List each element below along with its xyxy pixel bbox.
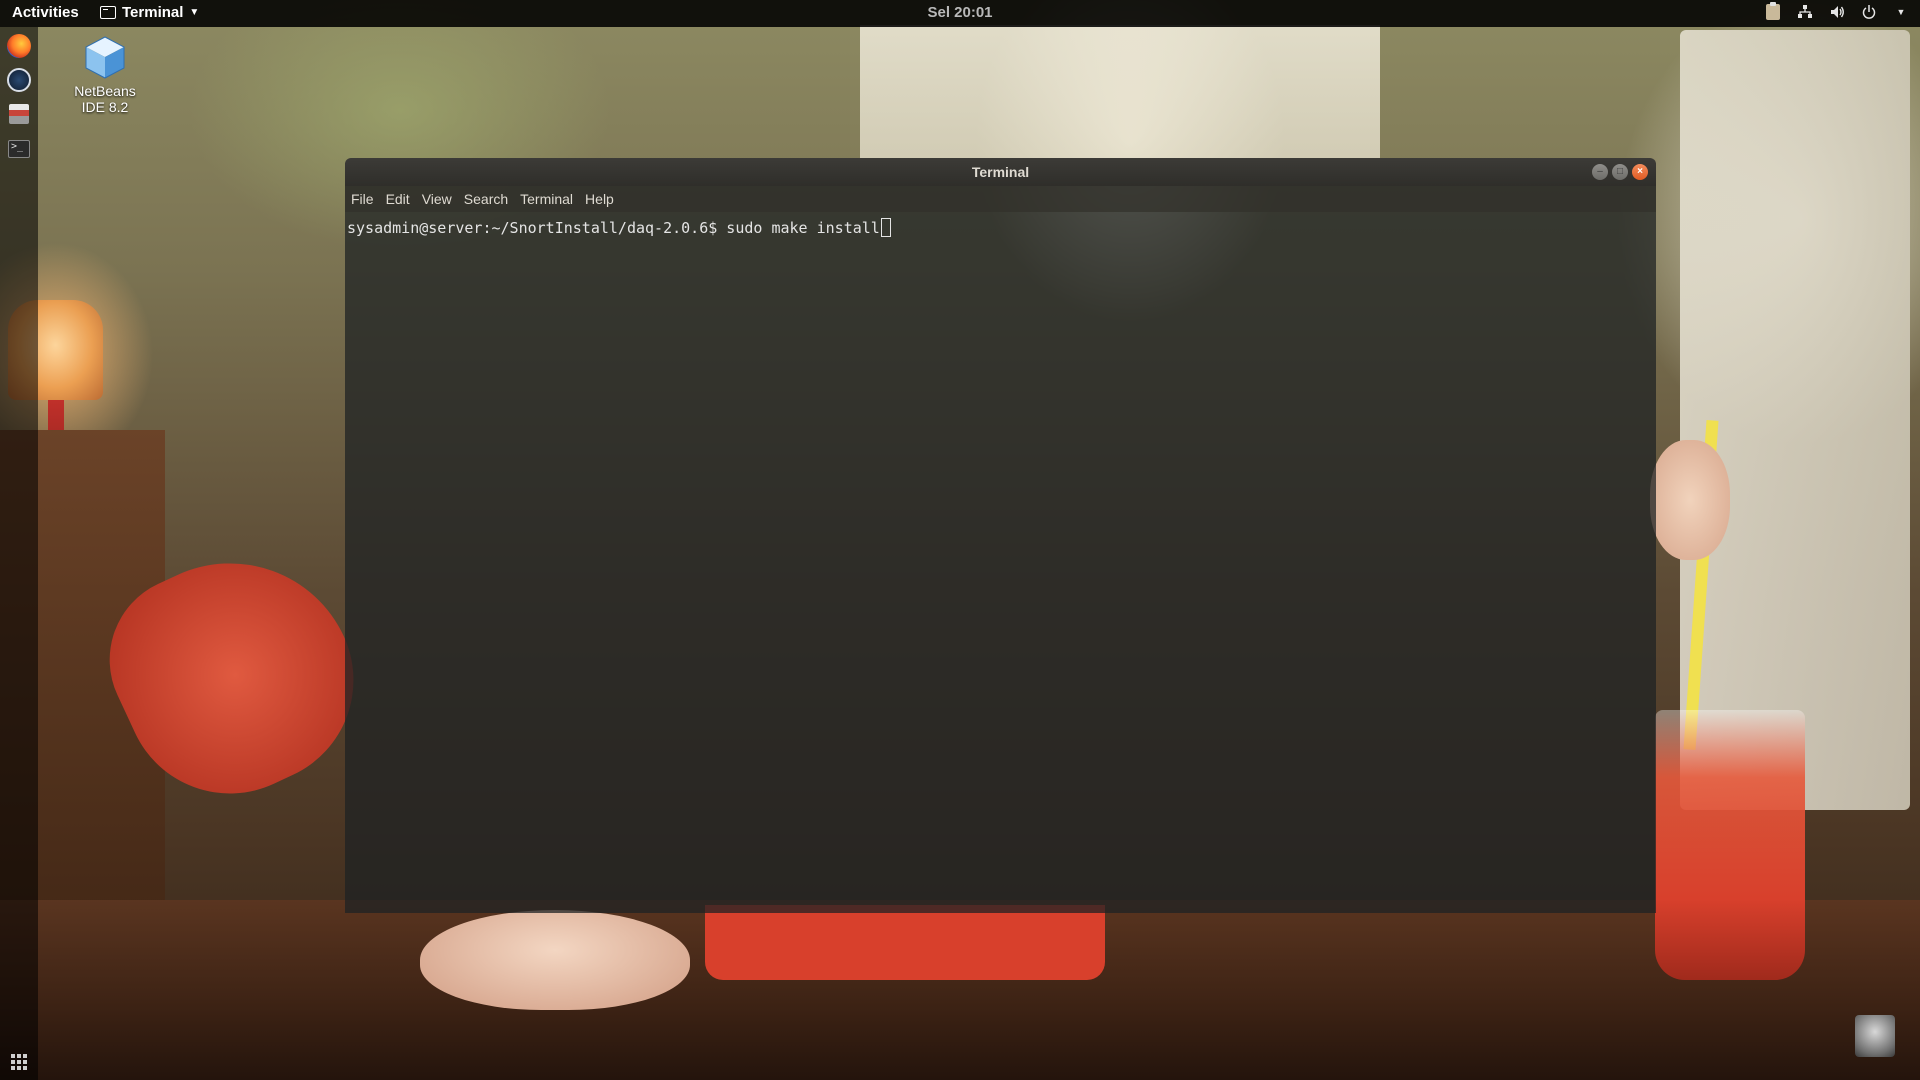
firefox-icon[interactable] [7,34,31,58]
terminal-icon[interactable] [8,140,30,158]
clock[interactable]: Sel 20:01 [0,4,1920,21]
wallpaper-glass [1655,710,1805,980]
volume-icon[interactable] [1828,3,1846,21]
wallpaper-hand-center [420,910,690,1010]
terminal-output-area[interactable]: sysadmin@server:~/SnortInstall/daq-2.0.6… [345,212,1656,913]
top-bar: Activities Terminal ▼ Sel 20:01 ▼ [0,0,1920,27]
menu-terminal[interactable]: Terminal [520,191,573,207]
chevron-down-icon[interactable]: ▼ [1892,3,1910,21]
menu-file[interactable]: File [351,191,374,207]
files-icon[interactable] [9,104,29,124]
network-icon[interactable] [1796,3,1814,21]
steam-icon[interactable] [7,68,31,92]
apps-grid-icon[interactable] [11,1054,27,1070]
power-icon[interactable] [1860,3,1878,21]
menu-search[interactable]: Search [464,191,508,207]
maximize-button[interactable]: □ [1612,164,1628,180]
clipboard-icon[interactable] [1764,2,1782,21]
system-tray[interactable]: ▼ [1764,2,1910,21]
dock [0,27,38,1080]
menu-edit[interactable]: Edit [386,191,410,207]
window-title: Terminal [971,164,1030,180]
command-text: sudo make install [726,218,880,237]
wallpaper-hand [1650,440,1730,560]
window-controls: – □ × [1592,164,1648,180]
shell-prompt: sysadmin@server:~/SnortInstall/daq-2.0.6… [347,218,727,237]
desktop-icon-label: NetBeans IDE 8.2 [74,83,136,115]
menu-bar: File Edit View Search Terminal Help [345,186,1656,212]
wallpaper-sleeve-center [705,905,1105,980]
menu-view[interactable]: View [422,191,452,207]
desktop-icon-netbeans[interactable]: NetBeans IDE 8.2 [66,34,144,115]
minimize-button[interactable]: – [1592,164,1608,180]
close-button[interactable]: × [1632,164,1648,180]
menu-help[interactable]: Help [585,191,614,207]
window-titlebar[interactable]: Terminal – □ × [345,158,1656,186]
avatar[interactable] [1855,1015,1895,1057]
netbeans-cube-icon [82,34,128,80]
text-cursor [880,218,891,237]
terminal-window[interactable]: Terminal – □ × File Edit View Search Ter… [345,158,1656,913]
command-line[interactable]: sysadmin@server:~/SnortInstall/daq-2.0.6… [347,218,891,237]
